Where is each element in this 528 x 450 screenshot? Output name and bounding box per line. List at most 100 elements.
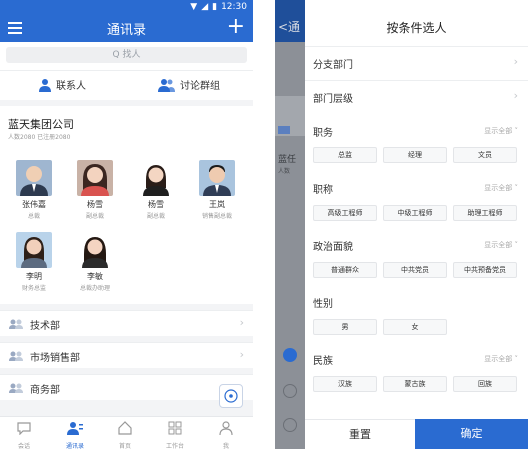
contacts-navbar: 通讯录 + (0, 14, 253, 42)
filter-panel: 按条件选人 分支部门 › 部门层级 › 职务 显示全部 ˅ 总监 经理 文员 职… (305, 0, 528, 449)
filter-chip[interactable]: 中级工程师 (383, 205, 447, 221)
member-role: 总裁 (27, 213, 40, 220)
chevron-right-icon: › (513, 55, 518, 68)
status-bar: ▼ ◢ ▮ 12:30 (0, 0, 253, 14)
nav-chat[interactable]: 会话 (4, 420, 44, 449)
org-count: 人数2080 已注册2080 (8, 134, 71, 141)
dept-label: 商务部 (30, 385, 60, 396)
filter-chip[interactable]: 中共党员 (383, 262, 447, 278)
member-name: 王岚 (209, 200, 225, 209)
member-card[interactable]: 杨雪 副总裁 (133, 160, 179, 220)
panel-title: 按条件选人 (386, 21, 447, 35)
dimmed-background-page: <通 蓝任 人数 (275, 0, 305, 449)
filter-chip[interactable]: 回族 (453, 376, 517, 392)
dept-item-business[interactable]: 商务部 (0, 374, 253, 400)
nav-home[interactable]: 首页 (105, 420, 145, 449)
chevron-right-icon: › (239, 316, 244, 329)
member-name: 李明 (26, 272, 42, 281)
contacts-icon (67, 422, 83, 435)
show-all-link[interactable]: 显示全部 ˅ (484, 240, 518, 250)
cellular-icon: ◢ (201, 2, 209, 12)
show-all-link[interactable]: 显示全部 ˅ (484, 183, 518, 193)
show-all-link[interactable]: 显示全部 ˅ (484, 126, 518, 136)
dimmed-radio-icon (283, 418, 297, 432)
search-input[interactable]: Q 找人 (6, 47, 247, 63)
filter-chip[interactable]: 总监 (313, 147, 377, 163)
member-card[interactable]: 李明 财务总监 (11, 232, 57, 292)
locate-button[interactable] (219, 384, 243, 408)
page-title: 通讯录 (106, 23, 146, 38)
tab-label: 讨论群组 (180, 81, 220, 92)
tab-label: 联系人 (56, 81, 86, 92)
nav-me[interactable]: 我 (206, 420, 246, 449)
member-role: 总裁办助理 (79, 285, 110, 292)
contact-tabs: 联系人 讨论群组 (0, 70, 253, 100)
section-title: 职称 (313, 185, 333, 196)
reset-button[interactable]: 重置 (305, 419, 415, 449)
org-name: 蓝天集团公司 (8, 118, 74, 131)
dimmed-chip (278, 126, 290, 134)
filter-chip[interactable]: 经理 (383, 147, 447, 163)
tab-contacts[interactable]: 联系人 (38, 77, 86, 92)
show-all-link[interactable]: 显示全部 ˅ (484, 354, 518, 364)
avatar (16, 160, 52, 196)
dimmed-org: 蓝任 (278, 155, 297, 165)
member-card[interactable]: 杨雪 副总裁 (72, 160, 118, 220)
section-title: 性别 (313, 299, 333, 310)
section-title: 职务 (313, 128, 333, 139)
dept-label: 市场销售部 (30, 353, 80, 364)
member-card[interactable]: 王岚 销售副总裁 (194, 160, 240, 220)
add-icon[interactable]: + (227, 15, 245, 39)
status-time: 12:30 (221, 2, 247, 12)
filter-chip[interactable]: 文员 (453, 147, 517, 163)
row-label: 分支部门 (313, 60, 353, 71)
filter-chip[interactable]: 助理工程师 (453, 205, 517, 221)
avatar (77, 160, 113, 196)
panel-footer: 重置 确定 (305, 419, 528, 449)
confirm-button[interactable]: 确定 (415, 419, 528, 449)
member-name: 李敏 (87, 272, 103, 281)
member-name: 张伟嘉 (22, 200, 46, 209)
battery-icon: ▮ (212, 2, 218, 12)
filter-chip[interactable]: 普通群众 (313, 262, 377, 278)
group-icon (9, 351, 23, 361)
filter-row-level[interactable]: 部门层级 › (305, 80, 528, 110)
grid-icon (168, 421, 182, 435)
avatar (77, 232, 113, 268)
home-icon (118, 421, 132, 435)
filter-chip[interactable]: 中共预备党员 (453, 262, 517, 278)
filter-chip[interactable]: 蒙古族 (383, 376, 447, 392)
section-title: 民族 (313, 356, 333, 367)
dept-item-tech[interactable]: 技术部 › (0, 310, 253, 336)
tab-groups[interactable]: 讨论群组 (158, 77, 220, 92)
member-card[interactable]: 张伟嘉 总裁 (11, 160, 57, 220)
group-icon (9, 383, 23, 393)
member-name: 杨雪 (148, 200, 164, 209)
filter-chip[interactable]: 高级工程师 (313, 205, 377, 221)
member-role: 副总裁 (146, 213, 165, 220)
signal-icon: ▼ (190, 2, 198, 12)
back-text: <通 (278, 20, 301, 34)
dept-item-marketing[interactable]: 市场销售部 › (0, 342, 253, 368)
filter-row-branch[interactable]: 分支部门 › (305, 46, 528, 76)
member-card[interactable]: 李敏 总裁办助理 (72, 232, 118, 292)
avatar (199, 160, 235, 196)
avatar (138, 160, 174, 196)
filter-chip[interactable]: 男 (313, 319, 377, 335)
nav-contacts[interactable]: 通讯录 (55, 420, 95, 449)
user-icon (219, 421, 233, 436)
avatar (16, 232, 52, 268)
filter-chip[interactable]: 汉族 (313, 376, 377, 392)
search-area: Q 找人 (0, 42, 253, 70)
dimmed-radio-icon (283, 384, 297, 398)
nav-workbench[interactable]: 工作台 (155, 420, 195, 449)
group-icon (9, 319, 23, 329)
dimmed-count: 人数 (278, 168, 291, 175)
filter-chip[interactable]: 女 (383, 319, 447, 335)
dept-label: 技术部 (30, 321, 60, 332)
chat-icon (17, 422, 31, 436)
row-label: 部门层级 (313, 94, 353, 105)
member-role: 销售副总裁 (201, 213, 232, 220)
target-icon (224, 389, 238, 403)
org-card: 蓝天集团公司 人数2080 已注册2080 张伟嘉 总裁 杨雪 副总裁 杨雪 副… (0, 106, 253, 304)
